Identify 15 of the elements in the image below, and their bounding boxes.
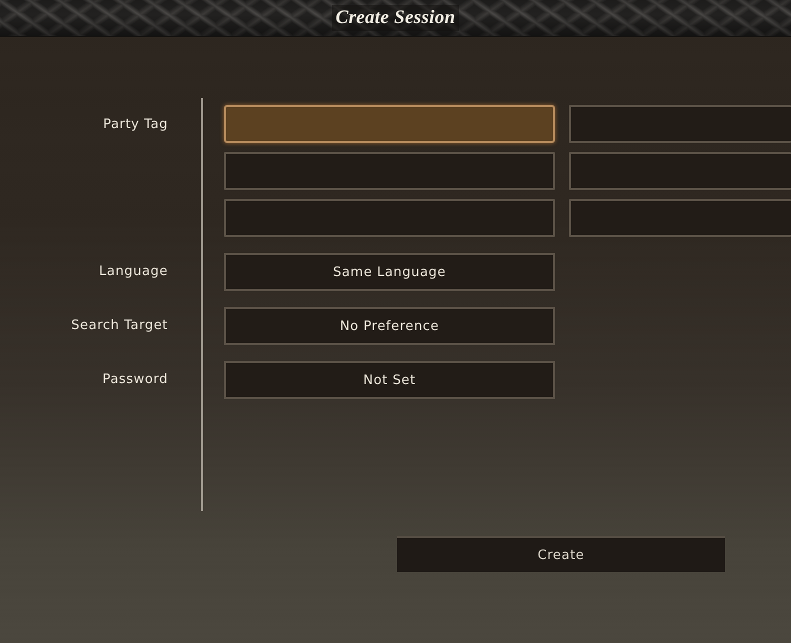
tag-input-field[interactable] xyxy=(224,199,555,237)
create-button[interactable]: Create xyxy=(397,536,725,572)
tag-input-field[interactable] xyxy=(224,152,555,190)
tag-input-field[interactable] xyxy=(569,152,791,190)
option-selector[interactable]: Same Language xyxy=(224,253,555,291)
tag-input-field[interactable] xyxy=(569,199,791,237)
field-label: Language xyxy=(98,263,168,281)
window-title: Create Session xyxy=(332,5,460,31)
field-label: Search Target xyxy=(70,317,168,335)
tag-input-field[interactable] xyxy=(569,105,791,143)
field-label: Party Tag xyxy=(102,116,168,134)
tag-input-field[interactable] xyxy=(224,105,555,143)
field-label: Password xyxy=(101,371,168,389)
option-selector[interactable]: Not Set xyxy=(224,361,555,399)
option-selector[interactable]: No Preference xyxy=(224,307,555,345)
